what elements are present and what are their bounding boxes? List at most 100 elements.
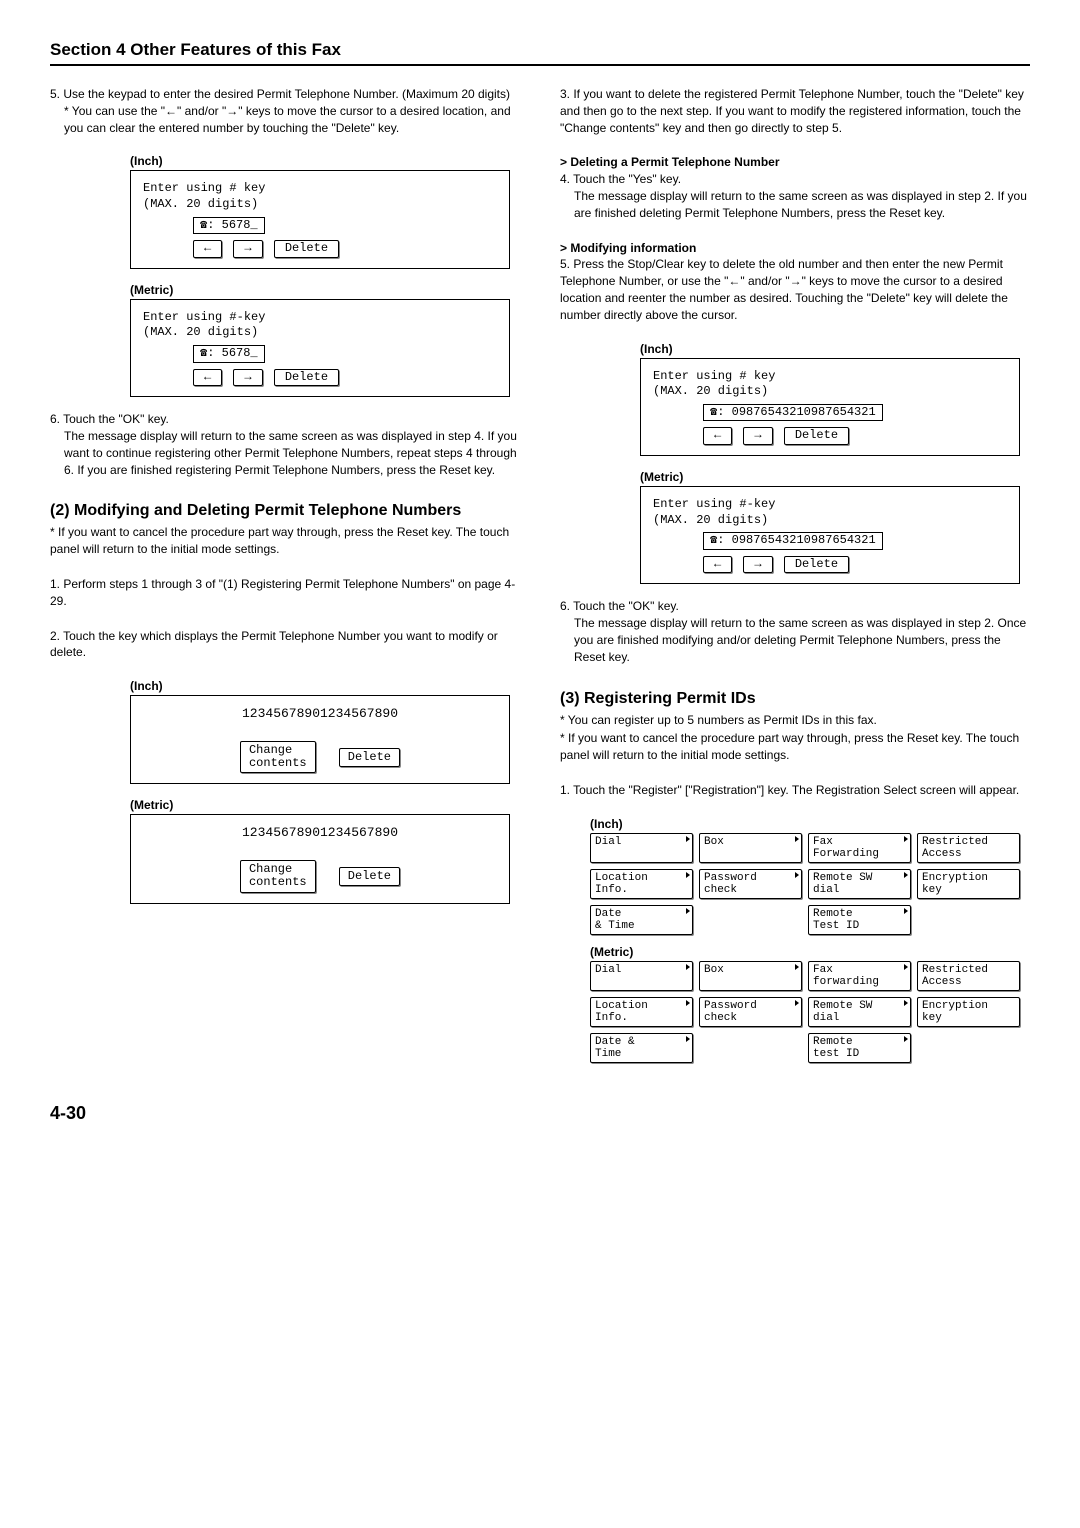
phone-number-entry: 12345678901234567890	[143, 706, 497, 723]
reg-dial-button[interactable]: Dial	[590, 961, 693, 991]
reg-remote-sw-dial-button[interactable]: Remote SW dial	[808, 997, 911, 1027]
phone-display: ☎: 5678_	[193, 345, 265, 363]
phone-number-entry: 12345678901234567890	[143, 825, 497, 842]
reg-restricted-access-button[interactable]: Restricted Access	[917, 833, 1020, 863]
reg-dial-button[interactable]: Dial	[590, 833, 693, 863]
section-header: Section 4 Other Features of this Fax	[50, 40, 1030, 66]
step-6: 6. Touch the "OK" key. The message displ…	[50, 411, 520, 478]
reg-fax-forwarding-button[interactable]: Fax Forwarding	[808, 833, 911, 863]
reg-password-check-button[interactable]: Password check	[699, 869, 802, 899]
subheading-3-note1: * You can register up to 5 numbers as Pe…	[560, 712, 1030, 729]
panel-line1: Enter using #-key	[143, 310, 497, 326]
reg-password-check-button[interactable]: Password check	[699, 997, 802, 1027]
metric-label: (Metric)	[640, 470, 1030, 484]
inch-label: (Inch)	[130, 679, 520, 693]
two-column-layout: 5. Use the keypad to enter the desired P…	[50, 86, 1030, 1073]
inch-label: (Inch)	[640, 342, 1030, 356]
subheading-3-note2: * If you want to cancel the procedure pa…	[560, 730, 1030, 764]
metric-label: (Metric)	[590, 945, 1030, 959]
panel-line2: (MAX. 20 digits)	[143, 325, 497, 341]
reg-date-time-button[interactable]: Date & Time	[590, 1033, 693, 1063]
sec3-step-1: 1. Touch the "Register" ["Registration"]…	[560, 782, 1030, 799]
panel-line1: Enter using # key	[143, 181, 497, 197]
delete-button[interactable]: Delete	[339, 867, 400, 886]
reg-box-button[interactable]: Box	[699, 833, 802, 863]
sec2-step-4: 4. Touch the "Yes" key.	[560, 172, 681, 186]
sec2-step-1: 1. Perform steps 1 through 3 of "(1) Reg…	[50, 576, 520, 610]
arrow-left-button[interactable]: ←	[703, 427, 732, 445]
reg-fax-forwarding-button[interactable]: Fax forwarding	[808, 961, 911, 991]
lcd-panel-inch-b: 12345678901234567890 Change contents Del…	[130, 695, 510, 784]
subheading-2-note: * If you want to cancel the procedure pa…	[50, 524, 520, 558]
sec2-step-2: 2. Touch the key which displays the Perm…	[50, 628, 520, 662]
lcd-panel-metric-a: Enter using #-key (MAX. 20 digits) ☎: 56…	[130, 299, 510, 397]
reg-date-time-button[interactable]: Date & Time	[590, 905, 693, 935]
empty-cell	[699, 905, 802, 933]
sec2-step-4-body: The message display will return to the s…	[574, 188, 1030, 222]
registration-grid-metric: Dial Box Fax forwarding Restricted Acces…	[590, 961, 1020, 1063]
delete-button[interactable]: Delete	[784, 556, 849, 574]
step-6-body: The message display will return to the s…	[64, 428, 520, 478]
panel-line1: Enter using #-key	[653, 497, 1007, 513]
right-column: 3. If you want to delete the registered …	[560, 86, 1030, 1073]
change-contents-button[interactable]: Change contents	[240, 741, 316, 773]
inch-label: (Inch)	[130, 154, 520, 168]
delete-button[interactable]: Delete	[274, 240, 339, 258]
arrow-left-button[interactable]: ←	[193, 240, 222, 258]
panel-line2: (MAX. 20 digits)	[653, 513, 1007, 529]
registration-grid-inch: Dial Box Fax Forwarding Restricted Acces…	[590, 833, 1020, 935]
change-contents-button[interactable]: Change contents	[240, 860, 316, 892]
reg-location-info-button[interactable]: Location Info.	[590, 869, 693, 899]
reg-box-button[interactable]: Box	[699, 961, 802, 991]
arrow-left-button[interactable]: ←	[193, 369, 222, 387]
reg-remote-test-id-button[interactable]: Remote test ID	[808, 1033, 911, 1063]
step-5: 5. Use the keypad to enter the desired P…	[50, 86, 520, 136]
deleting-heading-block: > Deleting a Permit Telephone Number 4. …	[560, 154, 1030, 221]
sec2-step-5: 5. Press the Stop/Clear key to delete th…	[560, 257, 1008, 321]
delete-button[interactable]: Delete	[274, 369, 339, 387]
arrow-right-button[interactable]: →	[233, 240, 262, 258]
reg-remote-test-id-button[interactable]: Remote Test ID	[808, 905, 911, 935]
empty-cell	[917, 905, 1020, 933]
left-column: 5. Use the keypad to enter the desired P…	[50, 86, 520, 1073]
step-5-note: * You can use the "←" and/or "→" keys to…	[64, 103, 520, 137]
deleting-heading: > Deleting a Permit Telephone Number	[560, 155, 780, 169]
phone-display: ☎: 09876543210987654321	[703, 532, 883, 550]
sec2-step-3: 3. If you want to delete the registered …	[560, 86, 1030, 136]
metric-label: (Metric)	[130, 798, 520, 812]
lcd-panel-metric-b: 12345678901234567890 Change contents Del…	[130, 814, 510, 903]
modifying-heading: > Modifying information	[560, 241, 696, 255]
arrow-right-button[interactable]: →	[743, 427, 772, 445]
inch-label: (Inch)	[590, 817, 1030, 831]
empty-cell	[699, 1033, 802, 1061]
subheading-2: (2) Modifying and Deleting Permit Teleph…	[50, 502, 520, 520]
step-5-text: 5. Use the keypad to enter the desired P…	[50, 87, 510, 101]
reg-location-info-button[interactable]: Location Info.	[590, 997, 693, 1027]
sec2-step-6-body: The message display will return to the s…	[574, 615, 1030, 665]
lcd-panel-inch-a: Enter using # key (MAX. 20 digits) ☎: 56…	[130, 170, 510, 268]
sec2-step-6: 6. Touch the "OK" key. The message displ…	[560, 598, 1030, 665]
modifying-heading-block: > Modifying information 5. Press the Sto…	[560, 240, 1030, 324]
panel-line2: (MAX. 20 digits)	[653, 384, 1007, 400]
phone-display: ☎: 5678_	[193, 217, 265, 235]
page-number: 4-30	[50, 1103, 1030, 1124]
panel-line1: Enter using # key	[653, 369, 1007, 385]
reg-encryption-key-button[interactable]: Encryption key	[917, 997, 1020, 1027]
sec2-step-6-head: 6. Touch the "OK" key.	[560, 599, 679, 613]
phone-display: ☎: 09876543210987654321	[703, 404, 883, 422]
reg-encryption-key-button[interactable]: Encryption key	[917, 869, 1020, 899]
lcd-panel-metric-c: Enter using #-key (MAX. 20 digits) ☎: 09…	[640, 486, 1020, 584]
arrow-left-button[interactable]: ←	[703, 556, 732, 574]
delete-button[interactable]: Delete	[339, 748, 400, 767]
arrow-right-button[interactable]: →	[233, 369, 262, 387]
panel-line2: (MAX. 20 digits)	[143, 197, 497, 213]
delete-button[interactable]: Delete	[784, 427, 849, 445]
arrow-right-button[interactable]: →	[743, 556, 772, 574]
step-6-head: 6. Touch the "OK" key.	[50, 412, 169, 426]
metric-label: (Metric)	[130, 283, 520, 297]
empty-cell	[917, 1033, 1020, 1061]
lcd-panel-inch-c: Enter using # key (MAX. 20 digits) ☎: 09…	[640, 358, 1020, 456]
reg-remote-sw-dial-button[interactable]: Remote SW dial	[808, 869, 911, 899]
reg-restricted-access-button[interactable]: Restricted Access	[917, 961, 1020, 991]
subheading-3: (3) Registering Permit IDs	[560, 690, 1030, 708]
